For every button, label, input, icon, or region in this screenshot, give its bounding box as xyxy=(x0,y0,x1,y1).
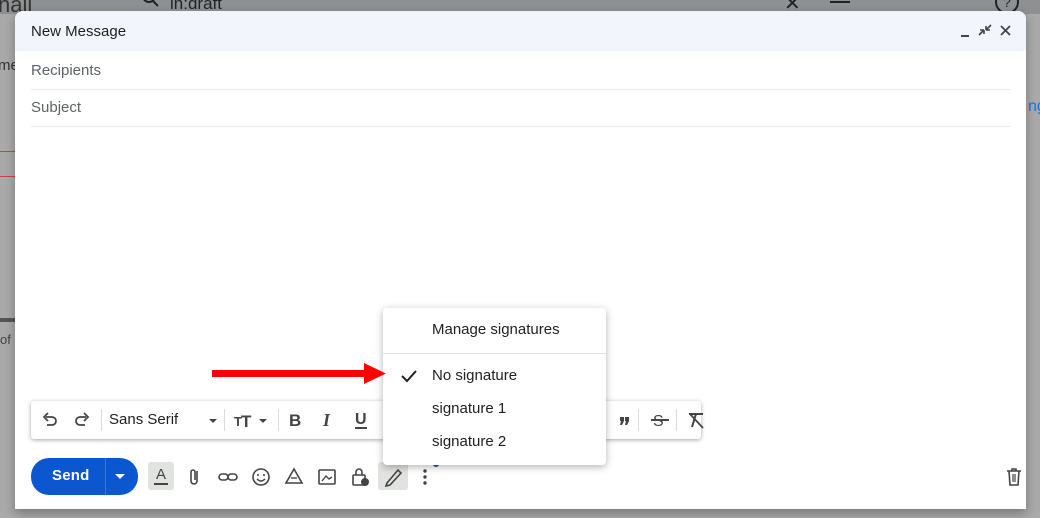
confidential-lock-icon[interactable] xyxy=(349,466,371,488)
send-label: Send xyxy=(52,467,90,484)
compose-title: New Message xyxy=(31,23,127,40)
tune-icon xyxy=(830,1,850,3)
photo-icon[interactable] xyxy=(316,466,338,488)
undo-icon[interactable] xyxy=(40,410,60,430)
menu-divider xyxy=(383,353,606,354)
check-icon xyxy=(401,370,417,383)
svg-text:I: I xyxy=(322,410,331,430)
send-button[interactable]: Send xyxy=(31,458,138,495)
italic-icon[interactable]: I xyxy=(320,410,336,430)
background-right-fragment: ng xyxy=(1028,98,1040,115)
link-icon[interactable] xyxy=(217,466,239,488)
svg-text:T: T xyxy=(241,412,252,430)
attach-icon[interactable] xyxy=(184,466,206,488)
signature-option-1[interactable]: signature 1 xyxy=(383,394,606,424)
manage-signatures-label: Manage signatures xyxy=(432,321,560,338)
formatting-options-icon[interactable]: A xyxy=(148,462,174,490)
close-icon[interactable] xyxy=(997,21,1015,41)
toolbar-separator xyxy=(278,409,279,431)
svg-text:S: S xyxy=(653,413,664,430)
search-icon xyxy=(143,0,159,7)
underline-icon[interactable]: U xyxy=(353,410,369,430)
exit-full-screen-icon[interactable] xyxy=(976,21,994,41)
background-mark xyxy=(0,176,15,177)
signature-option-label: No signature xyxy=(432,367,518,384)
manage-signatures-item[interactable]: Manage signatures xyxy=(383,315,606,345)
recipients-field[interactable]: Recipients xyxy=(31,52,1010,90)
toolbar-separator xyxy=(676,409,677,431)
signature-option-none[interactable]: No signature xyxy=(383,361,606,391)
recipients-placeholder: Recipients xyxy=(31,62,102,79)
quote-icon[interactable] xyxy=(619,410,629,430)
signature-menu: Manage signatures No signature signature… xyxy=(383,308,606,465)
background-divider xyxy=(0,318,15,322)
text-size-icon[interactable]: T T xyxy=(234,410,270,430)
drive-icon[interactable] xyxy=(283,466,305,488)
svg-text:U: U xyxy=(355,411,367,428)
signature-option-label: signature 2 xyxy=(432,433,507,450)
schedule-send-dropdown-icon[interactable] xyxy=(115,474,125,479)
minimize-icon[interactable] xyxy=(958,21,976,41)
redo-icon[interactable] xyxy=(72,410,92,430)
signature-option-2[interactable]: signature 2 xyxy=(383,427,606,457)
trash-icon[interactable] xyxy=(1004,466,1024,488)
signature-pen-icon[interactable] xyxy=(378,462,408,490)
subject-placeholder: Subject xyxy=(31,99,82,116)
svg-text:A: A xyxy=(156,466,166,483)
emoji-icon[interactable] xyxy=(250,466,272,488)
toolbar-separator xyxy=(224,409,225,431)
annotation-arrow-icon xyxy=(212,363,386,384)
signature-option-label: signature 1 xyxy=(432,400,507,417)
compose-header: New Message xyxy=(15,11,1026,51)
subject-field[interactable]: Subject xyxy=(31,89,1010,127)
remove-formatting-icon[interactable] xyxy=(686,410,706,430)
font-select[interactable]: Sans Serif xyxy=(109,411,178,428)
background-mark xyxy=(0,151,15,152)
toolbar-separator xyxy=(101,409,102,431)
bold-icon[interactable]: B xyxy=(287,410,303,430)
more-options-icon[interactable] xyxy=(415,466,435,488)
svg-text:B: B xyxy=(289,411,301,430)
chevron-down-icon[interactable] xyxy=(208,410,218,430)
send-divider xyxy=(105,458,106,495)
toolbar-separator xyxy=(638,409,639,431)
strikethrough-icon[interactable]: S xyxy=(650,410,670,430)
